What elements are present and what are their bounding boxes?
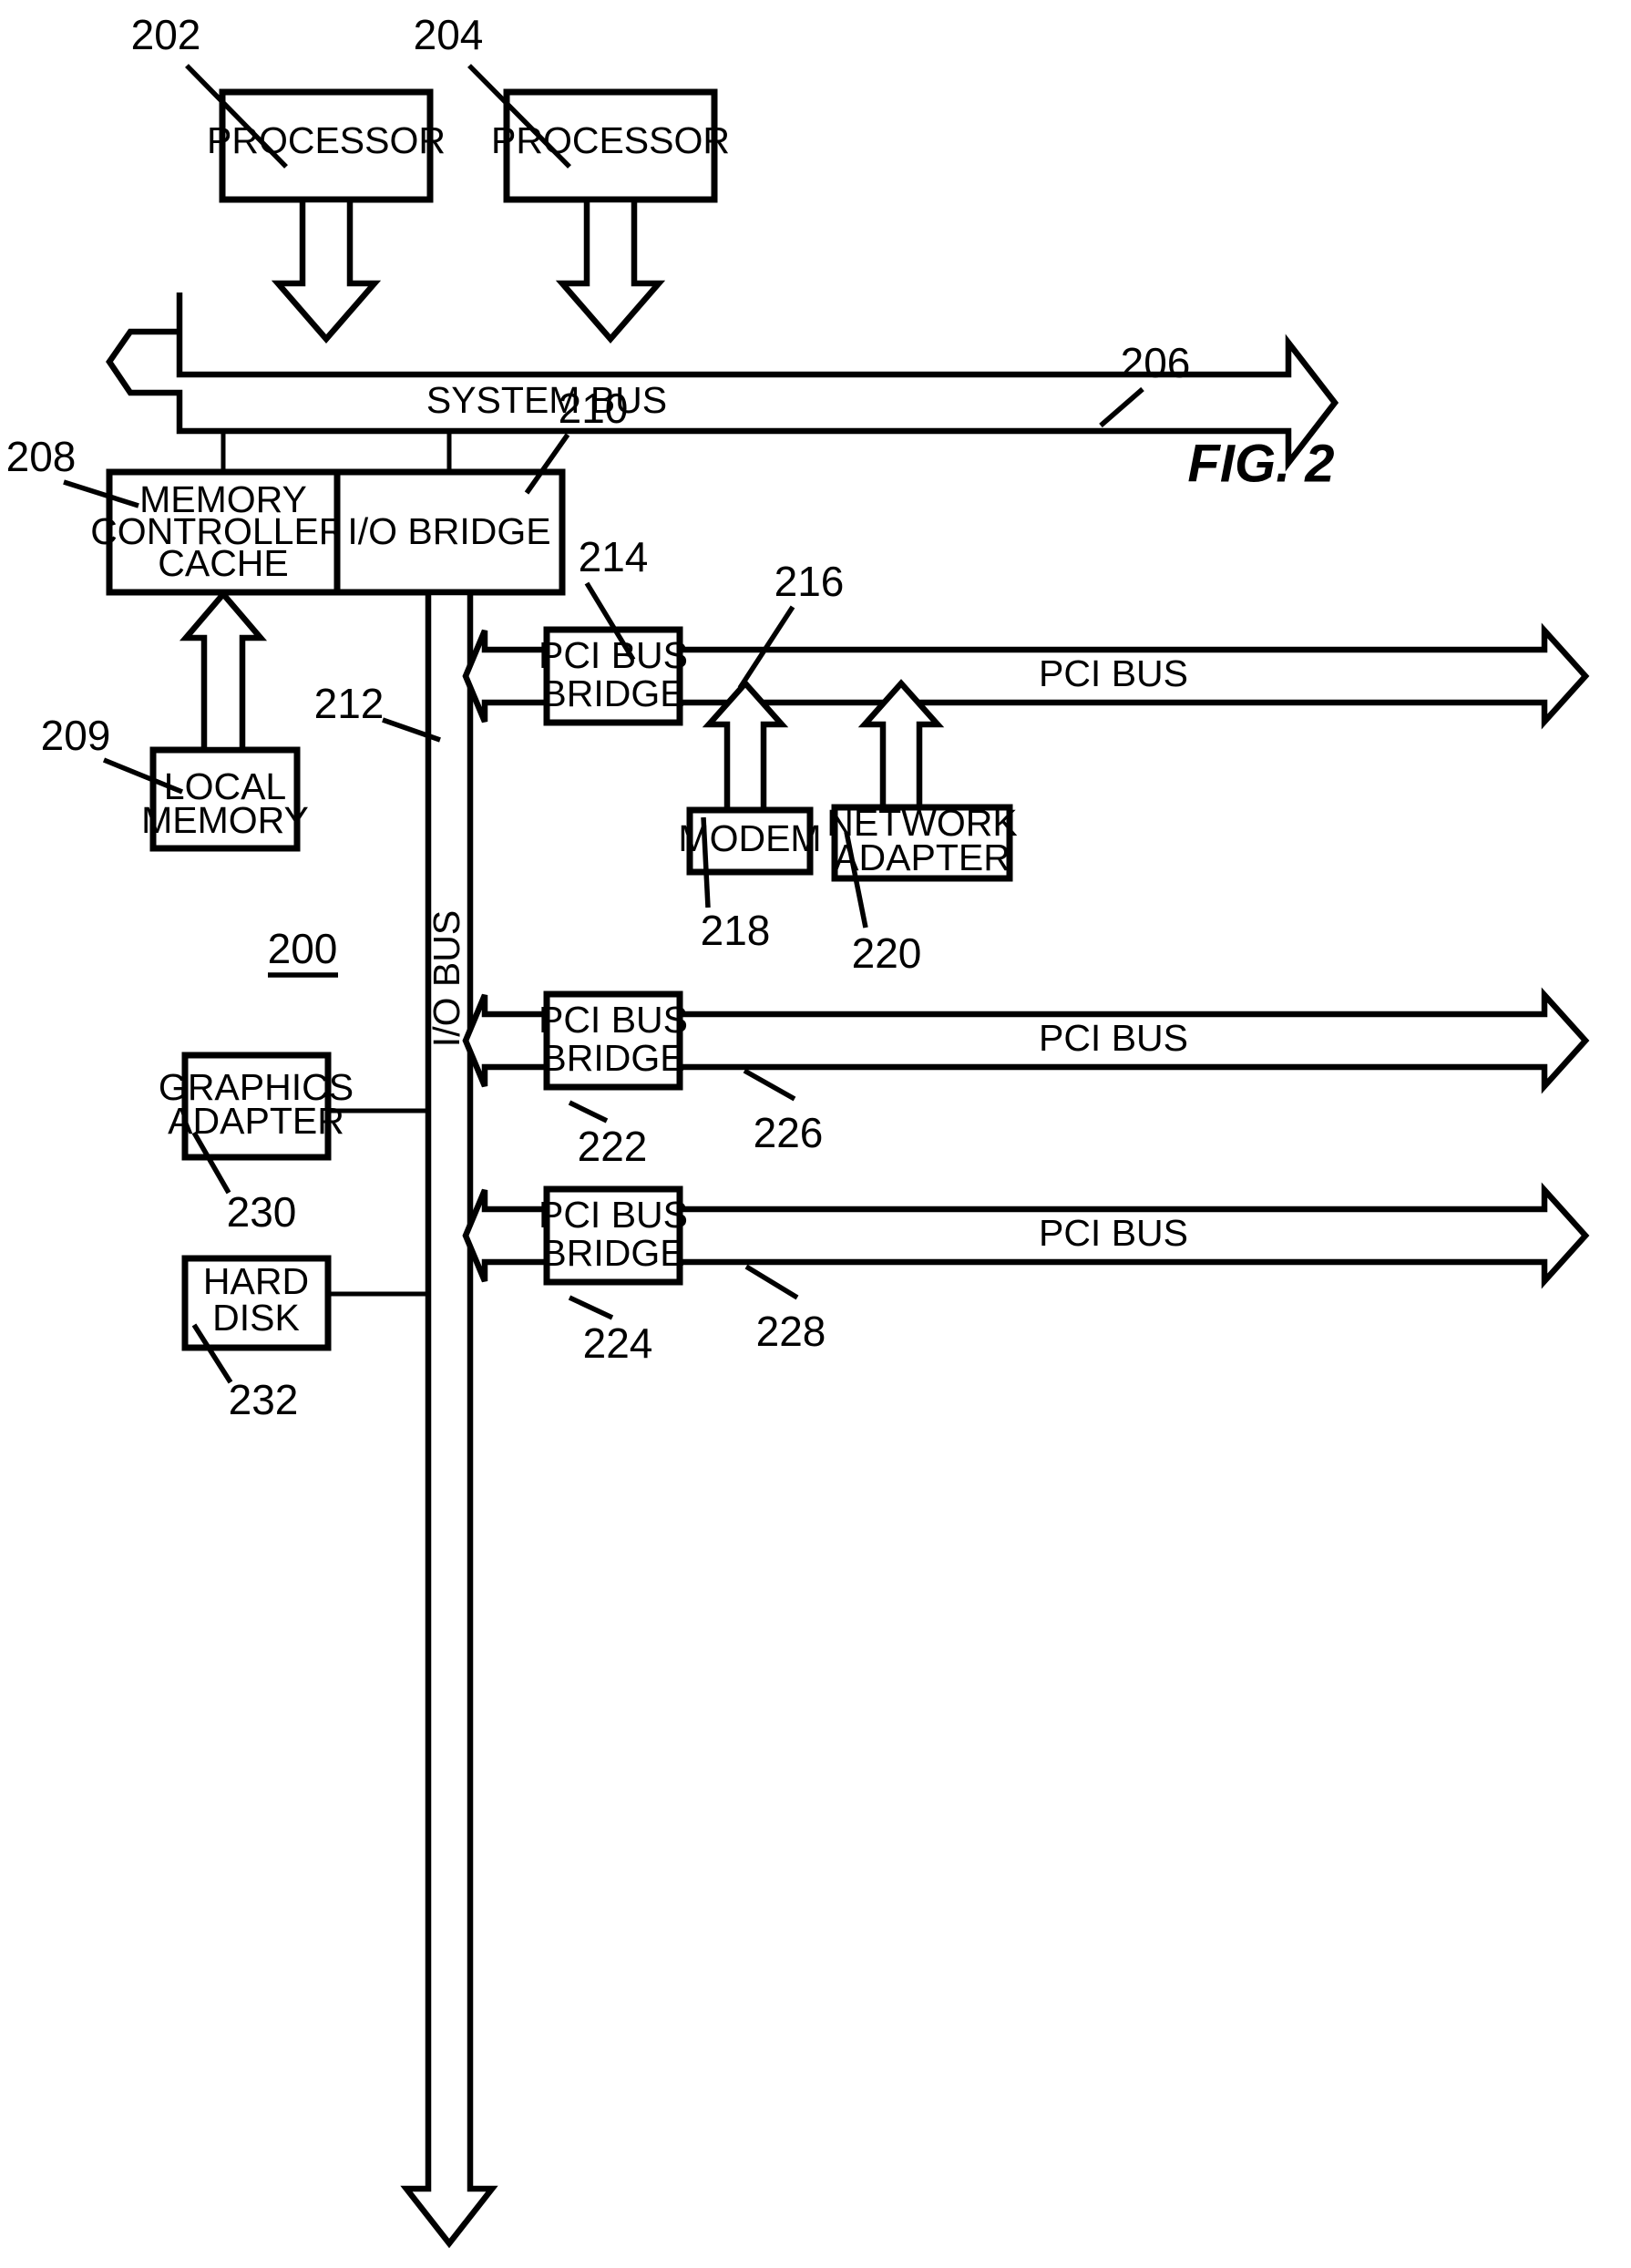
memory-controller-group: MEMORY CONTROLLER/ CACHE 208	[6, 433, 356, 596]
ref-206: 206	[1121, 339, 1191, 386]
ref-224: 224	[583, 1319, 653, 1367]
figure-title: FIG. 2	[1187, 434, 1334, 493]
ref-214: 214	[579, 533, 649, 580]
network-adapter-group: NETWORK ADAPTER 220	[826, 802, 1018, 977]
ref-216: 216	[774, 558, 845, 605]
block-diagram-svg: PROCESSOR 202 PROCESSOR 204 MEMORY CONTR…	[6, 11, 1590, 2249]
pci-bridge-1-label-1: PCI BUS	[539, 634, 688, 676]
leader-line-222	[568, 1100, 609, 1124]
ref-218: 218	[701, 907, 771, 954]
pci-row-1-group: PCI BUS BRIDGE PCI BUS 214 216	[462, 533, 1590, 730]
modem-label: MODEM	[678, 817, 821, 859]
io-bus-group: I/O BUS 212	[314, 589, 498, 2249]
leader-line-224	[568, 1295, 614, 1320]
hard-disk-label-2: DISK	[212, 1297, 300, 1339]
io-bus-arrow[interactable]	[400, 589, 498, 2249]
processor-1-to-system-bus-arrow	[271, 196, 382, 344]
pci-bridge-3-label-2: BRIDGE	[541, 1232, 684, 1274]
local-memory-label-2: MEMORY	[141, 799, 309, 841]
ref-204: 204	[414, 11, 484, 58]
pci-row-2-group: PCI BUS BRIDGE PCI BUS 222 226	[462, 987, 1590, 1170]
ref-202: 202	[131, 11, 201, 58]
local-memory-group: LOCAL MEMORY 209	[41, 712, 309, 852]
ref-220: 220	[852, 929, 922, 977]
pci-bus-2-label: PCI BUS	[1039, 1017, 1188, 1059]
pci-bridge-2-label-1: PCI BUS	[539, 999, 688, 1041]
pci-bridge-3-left-arrow	[462, 1188, 550, 1283]
system-ref-group: 200	[268, 925, 338, 978]
hard-disk-group: HARD DISK 232	[181, 1255, 428, 1423]
pci-bus-3-label: PCI BUS	[1039, 1212, 1188, 1254]
ref-209: 209	[41, 712, 111, 759]
processor-2-to-system-bus-arrow	[555, 196, 666, 344]
pci-bridge-3-label-1: PCI BUS	[539, 1194, 688, 1236]
system-bus-label: SYSTEM BUS	[426, 379, 667, 421]
ref-226: 226	[754, 1109, 824, 1156]
ref-230: 230	[227, 1188, 297, 1236]
pci-bridge-2-left-arrow	[462, 993, 550, 1088]
processor-1-group: PROCESSOR 202	[131, 11, 446, 203]
io-bus-label: I/O BUS	[426, 910, 467, 1047]
leader-line-228	[744, 1264, 799, 1300]
ref-208: 208	[6, 433, 77, 480]
pci-bridge-1-label-2: BRIDGE	[541, 672, 684, 714]
io-bridge-label: I/O BRIDGE	[347, 510, 550, 552]
ref-228: 228	[756, 1308, 826, 1355]
network-adapter-label-2: ADAPTER	[834, 836, 1010, 878]
leader-line-226	[743, 1068, 796, 1102]
pci-bridge-2-label-2: BRIDGE	[541, 1037, 684, 1079]
processor-2-group: PROCESSOR 204	[414, 11, 730, 203]
ref-222: 222	[578, 1123, 648, 1170]
graphics-adapter-group: GRAPHICS ADAPTER 230	[159, 1052, 428, 1236]
memory-controller-label-3: CACHE	[158, 542, 289, 584]
local-memory-to-memctrl-arrow	[179, 589, 268, 754]
pci-bus-1-label: PCI BUS	[1039, 652, 1188, 694]
modem-group: MODEM 218	[678, 806, 822, 954]
pci-row-3-group: PCI BUS BRIDGE PCI BUS 224 228	[462, 1182, 1590, 1367]
ref-212: 212	[314, 680, 385, 727]
ref-232: 232	[229, 1376, 299, 1423]
pci-bridge-1-left-arrow	[462, 629, 550, 724]
ref-200: 200	[268, 925, 338, 972]
patent-figure-canvas: PROCESSOR 202 PROCESSOR 204 MEMORY CONTR…	[0, 0, 1631, 2268]
